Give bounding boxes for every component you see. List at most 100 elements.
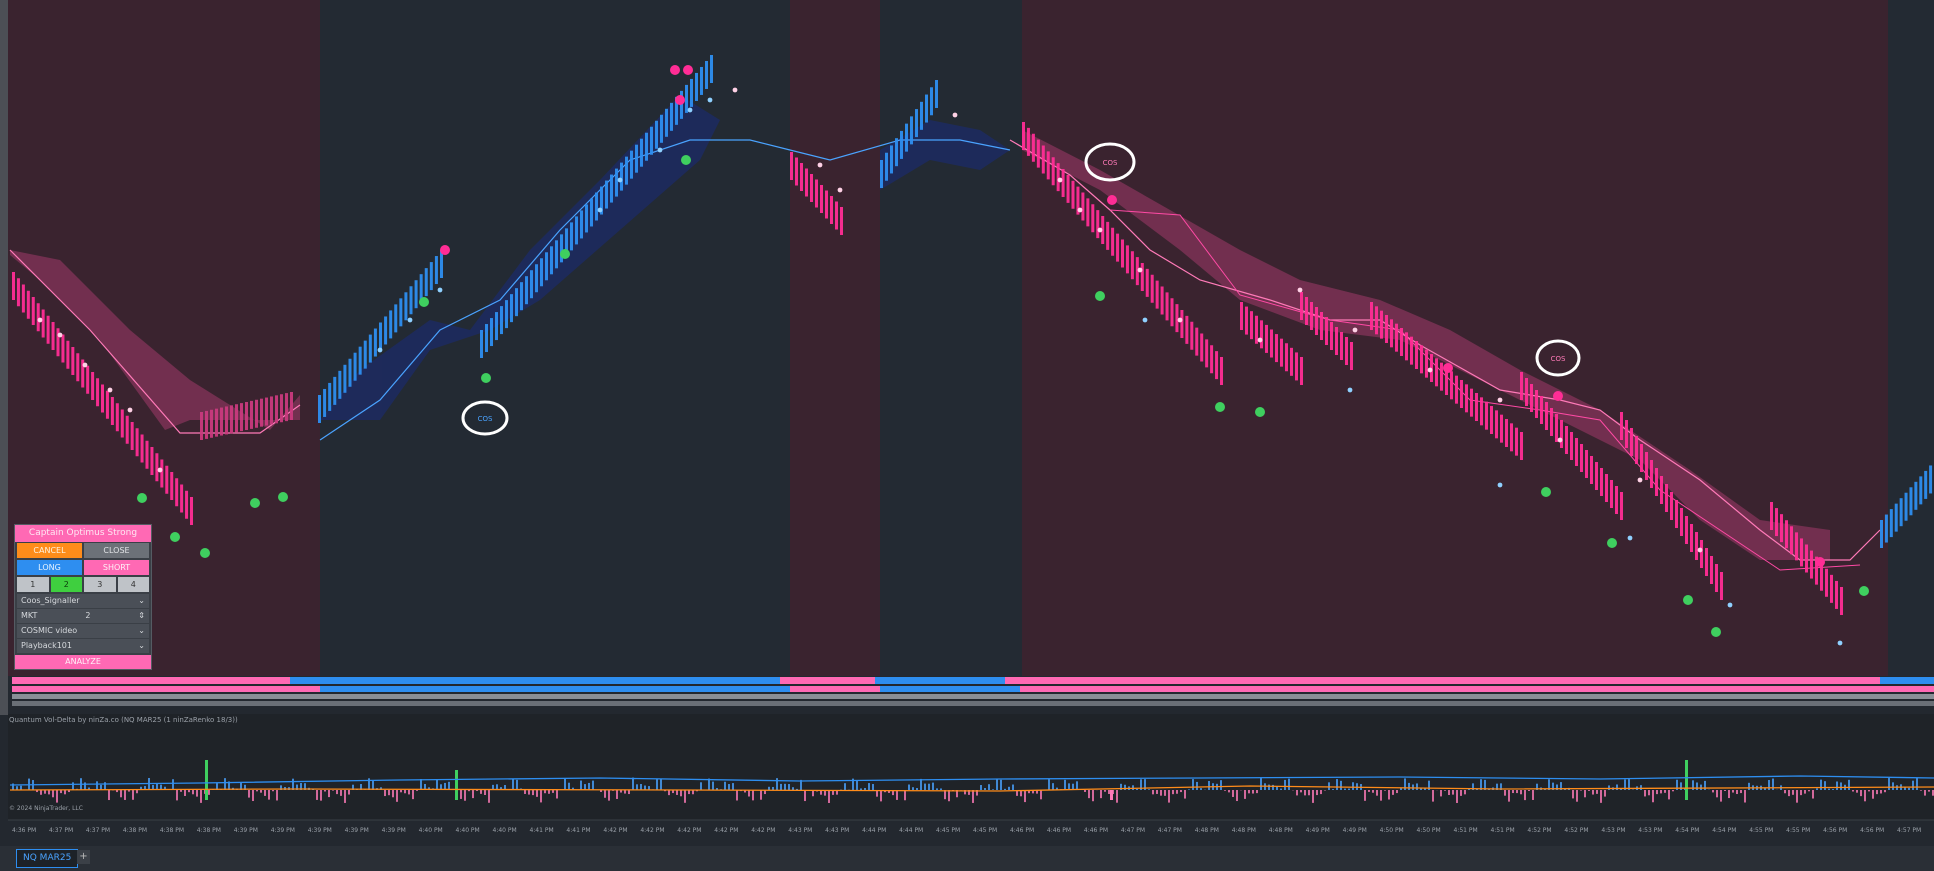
renko-bar	[1800, 538, 1803, 567]
renko-bar	[1380, 310, 1383, 339]
time-tick-label: 4:48 PM	[1232, 827, 1256, 834]
signal-dot	[1137, 267, 1143, 273]
signal-dot	[37, 317, 43, 323]
renko-bar	[1300, 357, 1303, 385]
playback-select[interactable]: Playback101 ⌄	[17, 639, 149, 653]
volume-bar	[256, 790, 258, 792]
qty-preset-2[interactable]: 2	[50, 577, 82, 592]
volume-bar	[680, 790, 682, 797]
qty-preset-4[interactable]: 4	[117, 577, 149, 592]
renko-bar	[338, 370, 342, 399]
renko-bar	[665, 108, 668, 137]
renko-bar	[1540, 396, 1543, 424]
renko-bar	[1620, 412, 1623, 440]
order-type-value: MKT	[21, 611, 38, 620]
volume-bar	[668, 790, 670, 796]
renko-bar	[930, 87, 933, 116]
volume-bar	[1296, 790, 1298, 796]
renko-bar	[150, 447, 154, 475]
volume-bar	[40, 790, 42, 795]
cancel-button[interactable]: CANCEL	[17, 543, 82, 558]
renko-bar	[1041, 145, 1045, 174]
volume-spike	[205, 760, 208, 800]
renko-bar	[343, 364, 347, 393]
volume-bar	[320, 790, 322, 801]
volume-bar	[1448, 790, 1450, 795]
volume-bar	[1224, 790, 1226, 791]
volume-bar	[580, 780, 582, 790]
close-button[interactable]: CLOSE	[84, 543, 149, 558]
volume-bar	[1316, 790, 1318, 796]
time-tick-label: 4:43 PM	[825, 827, 849, 834]
volume-bar	[1452, 790, 1454, 795]
tab-nq-mar25[interactable]: NQ MAR25	[16, 849, 79, 868]
renko-bar	[1570, 432, 1573, 460]
renko-bar	[1884, 514, 1888, 543]
renko-bar	[328, 382, 332, 411]
renko-bar	[1400, 328, 1403, 356]
signal-dot	[1497, 482, 1503, 488]
volume-bar	[1872, 790, 1874, 799]
renko-bar	[1470, 388, 1473, 417]
renko-bar	[1904, 492, 1908, 521]
volume-bar	[656, 779, 658, 790]
volume-bar	[252, 790, 254, 802]
green-marker	[1711, 627, 1721, 637]
renko-bar	[890, 145, 893, 174]
renko-bar	[1305, 297, 1308, 325]
renko-bar	[429, 262, 433, 291]
volume-bar	[1304, 790, 1306, 796]
volume-bar	[1332, 789, 1334, 790]
renko-bar	[1795, 532, 1798, 561]
volume-bar	[1816, 788, 1818, 790]
chart-area[interactable]: COS COS COS 4:36 PM 4:37 PM 4:37 PM 4:38 PM…	[0, 0, 1934, 871]
renko-bar	[215, 408, 218, 437]
volume-bar	[1532, 790, 1534, 800]
chevron-down-icon: ⌄	[138, 641, 145, 650]
volume-bar	[1172, 790, 1174, 795]
time-tick-label: 4:57 PM	[1897, 827, 1921, 834]
renko-bar	[625, 156, 628, 185]
renko-bar	[580, 210, 583, 239]
qty-preset-1[interactable]: 1	[17, 577, 49, 592]
price-chart[interactable]: COS COS COS 4:36 PM 4:37 PM 4:37 PM 4:38 PM…	[0, 0, 1934, 846]
renko-bar	[1051, 157, 1055, 186]
renko-bar	[1490, 406, 1493, 434]
strategy-select[interactable]: Coos_Signaller ⌄	[17, 594, 149, 608]
renko-bar	[635, 144, 638, 173]
volume-bar	[676, 790, 678, 795]
volume-bar	[1348, 788, 1350, 790]
time-tick-label: 4:45 PM	[936, 827, 960, 834]
volume-bar	[872, 784, 874, 790]
volume-bar	[1376, 790, 1378, 796]
signal-dot	[1347, 387, 1353, 393]
renko-bar	[41, 309, 45, 338]
volume-bar	[828, 790, 830, 803]
video-select[interactable]: COSMIC video ⌄	[17, 624, 149, 638]
signal-strips	[12, 677, 1934, 706]
add-tab-button[interactable]: +	[77, 850, 90, 864]
renko-bar	[1785, 520, 1788, 549]
renko-bar	[373, 328, 377, 357]
indicator-label: Quantum Vol-Delta by ninZa.co (NQ MAR25 …	[9, 716, 238, 724]
renko-bar	[1440, 362, 1443, 391]
qty-preset-3[interactable]: 3	[84, 577, 116, 592]
renko-bar	[900, 130, 903, 159]
time-tick-label: 4:47 PM	[1121, 827, 1145, 834]
analyze-button[interactable]: ANALYZE	[15, 655, 151, 669]
renko-bar	[1280, 338, 1283, 367]
copyright: © 2024 NinjaTrader, LLC	[9, 805, 83, 812]
volume-bar	[1052, 783, 1054, 790]
time-tick-label: 4:46 PM	[1010, 827, 1034, 834]
order-type-row[interactable]: MKT 2 ⇕	[17, 609, 149, 623]
signal-dot	[597, 207, 603, 213]
green-marker	[200, 548, 210, 558]
volume-bar	[120, 790, 122, 798]
volume-bar	[712, 781, 714, 790]
long-button[interactable]: LONG	[17, 560, 82, 575]
renko-bar	[1325, 317, 1328, 345]
short-button[interactable]: SHORT	[84, 560, 149, 575]
volume-bar	[384, 790, 386, 797]
volume-bar	[1084, 790, 1086, 792]
renko-bar	[650, 126, 653, 155]
